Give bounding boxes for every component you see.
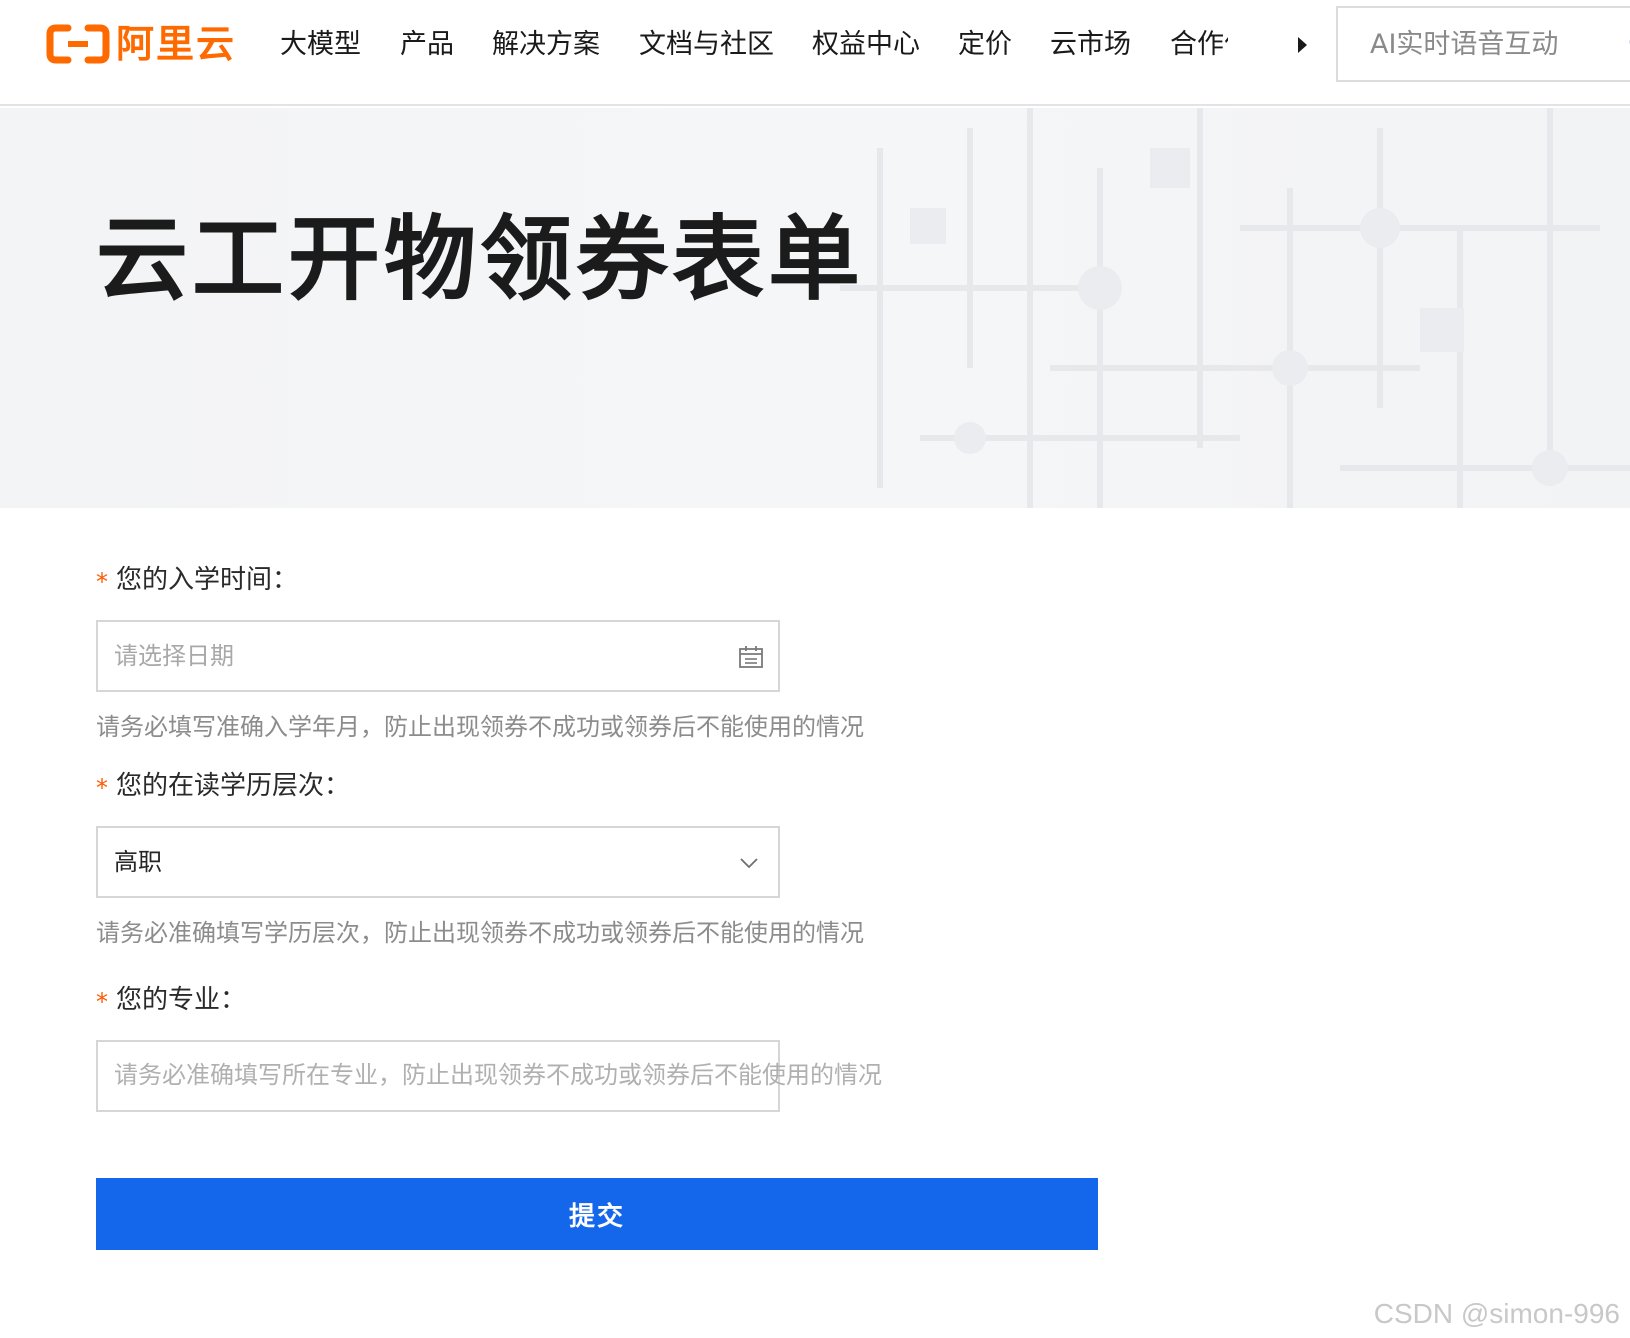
enroll-time-label: * 您的入学时间： (96, 560, 298, 600)
major-label: * 您的专业： (96, 980, 246, 1020)
nav-item-solutions[interactable]: 解决方案 (492, 26, 600, 64)
nav-item-marketplace[interactable]: 云市场 (1050, 26, 1131, 64)
calendar-icon[interactable] (738, 644, 764, 670)
nav-item-partners[interactable]: 合作伙伴 (1170, 26, 1228, 64)
education-level-select[interactable]: 高职 (96, 826, 780, 898)
enroll-time-label-text: 您的入学时间： (116, 565, 299, 595)
nav-item-llm[interactable]: 大模型 (280, 26, 361, 64)
top-navigation: 阿里云 大模型 产品 解决方案 文档与社区 权益中心 定价 云市场 合作伙伴 (0, 0, 1630, 106)
required-mark: * (96, 774, 108, 802)
submit-button[interactable]: 提交 (96, 1178, 1098, 1250)
watermark: CSDN @simon-996 (1373, 1298, 1620, 1329)
education-level-value: 高职 (114, 848, 162, 876)
nav-item-docs-community[interactable]: 文档与社区 (639, 26, 774, 64)
hero-background-pattern (840, 108, 1630, 508)
main-nav: 大模型 产品 解决方案 文档与社区 权益中心 定价 云市场 合作伙伴 (270, 0, 1316, 90)
chevron-down-icon[interactable] (738, 852, 760, 874)
search-box[interactable] (1336, 6, 1630, 82)
page-title: 云工开物领券表单 (96, 206, 865, 313)
hero-banner: 云工开物领券表单 (0, 108, 1630, 508)
required-mark: * (96, 568, 108, 596)
aliyun-logo[interactable]: 阿里云 (46, 22, 236, 66)
nav-item-pricing[interactable]: 定价 (958, 26, 1012, 64)
education-level-hint: 请务必准确填写学历层次，防止出现领券不成功或领券后不能使用的情况 (96, 919, 864, 947)
major-input[interactable] (96, 1040, 780, 1112)
search-input[interactable] (1338, 14, 1598, 74)
date-picker[interactable] (96, 620, 780, 692)
nav-item-products[interactable]: 产品 (400, 26, 454, 64)
required-mark: * (96, 988, 108, 1016)
brand-name: 阿里云 (116, 22, 237, 66)
enroll-time-input[interactable] (98, 622, 778, 690)
nav-more-button[interactable] (1292, 34, 1312, 56)
education-level-label-text: 您的在读学历层次： (116, 771, 351, 801)
page: 阿里云 大模型 产品 解决方案 文档与社区 权益中心 定价 云市场 合作伙伴 (0, 0, 1630, 1338)
enroll-time-hint: 请务必填写准确入学年月，防止出现领券不成功或领券后不能使用的情况 (96, 713, 864, 741)
aliyun-logo-icon (46, 24, 110, 64)
caret-right-icon (1297, 37, 1307, 53)
nav-item-benefits[interactable]: 权益中心 (812, 26, 920, 64)
education-level-label: * 您的在读学历层次： (96, 766, 350, 806)
major-label-text: 您的专业： (116, 985, 247, 1015)
